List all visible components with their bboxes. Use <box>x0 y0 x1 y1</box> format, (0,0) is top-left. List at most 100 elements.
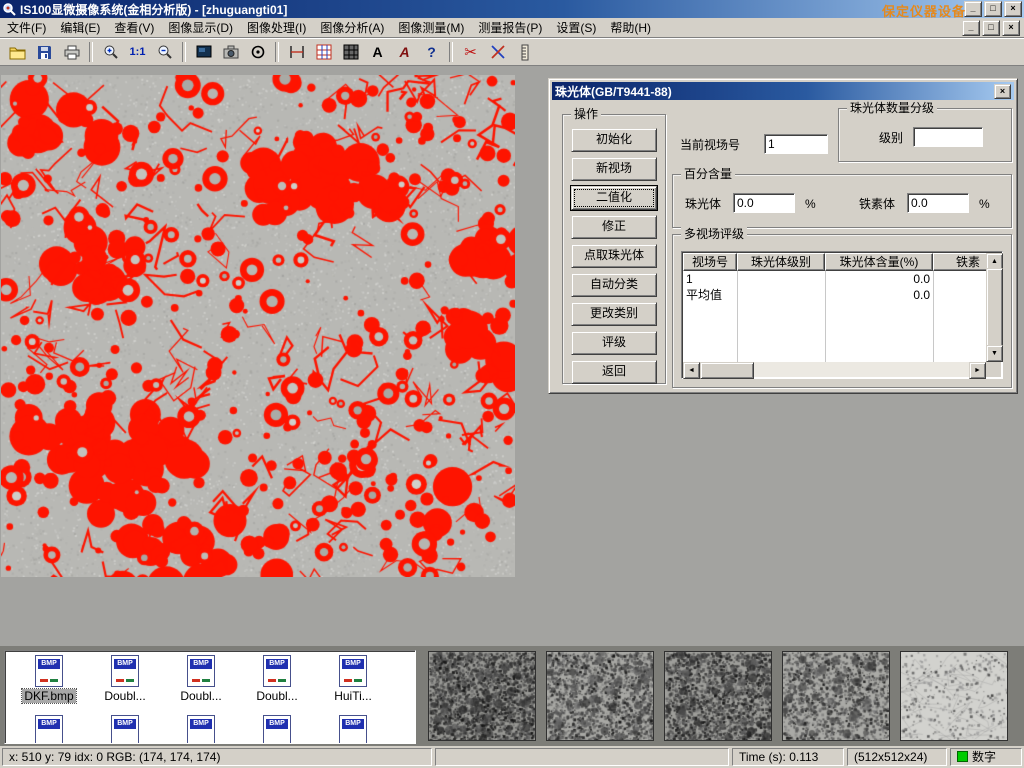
scroll-left-button[interactable]: ◄ <box>683 362 700 379</box>
file-item[interactable]: BMP <box>87 715 163 744</box>
help-button[interactable]: ? <box>418 40 445 65</box>
bmp-file-icon: BMP <box>339 715 367 744</box>
grade-button[interactable]: 评级 <box>571 331 657 355</box>
table-row[interactable]: 1 0.0 <box>683 271 986 287</box>
letter-a-icon: A <box>372 44 382 60</box>
bmp-label: BMP <box>342 659 364 669</box>
file-name[interactable]: Doubl... <box>178 689 223 703</box>
vertical-scroll-thumb[interactable] <box>986 268 1003 347</box>
column-header-content[interactable]: 珠光体含量(%) <box>825 253 933 271</box>
menu-item-view[interactable]: 查看(V) <box>107 17 161 38</box>
zoom-in-button[interactable] <box>97 40 124 65</box>
mdi-minimize-button[interactable]: _ <box>962 20 980 36</box>
sample-thumbnail[interactable] <box>782 651 890 741</box>
change-class-button[interactable]: 更改类别 <box>571 302 657 326</box>
vertical-scrollbar[interactable]: ▲ ▼ <box>986 253 1001 362</box>
horizontal-scroll-thumb[interactable] <box>700 362 754 379</box>
bmp-file-icon: BMP <box>263 715 291 744</box>
table-row[interactable]: 平均值 0.0 <box>683 287 986 303</box>
file-name[interactable]: HuiTi... <box>332 689 374 703</box>
file-item[interactable]: BMP HuiTi... <box>315 655 391 703</box>
measure-cross-button[interactable] <box>484 40 511 65</box>
dialog-close-button[interactable]: × <box>994 84 1011 99</box>
sample-thumbnail[interactable] <box>428 651 536 741</box>
maximize-button[interactable]: □ <box>984 1 1002 17</box>
mdi-restore-button[interactable]: □ <box>982 20 1000 36</box>
grading-group-label: 珠光体数量分级 <box>847 101 937 115</box>
menu-item-settings[interactable]: 设置(S) <box>549 17 603 38</box>
target-button[interactable] <box>244 40 271 65</box>
capture-button[interactable] <box>190 40 217 65</box>
menu-item-measure-report[interactable]: 测量报告(P) <box>471 17 549 38</box>
column-header-ferrite[interactable]: 铁素 <box>933 253 986 271</box>
ferrite-percent-sign: % <box>979 197 990 211</box>
cell-field: 1 <box>683 271 737 287</box>
file-item[interactable]: BMP Doubl... <box>239 655 315 703</box>
file-item[interactable]: BMP <box>315 715 391 744</box>
pick-pearlite-button[interactable]: 点取珠光体 <box>571 244 657 268</box>
level-input[interactable] <box>913 127 983 147</box>
toolbar: 1:1 A A ? ✂ <box>0 38 1024 66</box>
menu-item-image-analysis[interactable]: 图像分析(A) <box>313 17 391 38</box>
column-header-grade[interactable]: 珠光体级别 <box>737 253 825 271</box>
ruler-vertical-button[interactable] <box>511 40 538 65</box>
window-title: IS100显微摄像系统(金相分析版) - [zhuguangti01] <box>20 1 287 18</box>
print-button[interactable] <box>58 40 85 65</box>
file-item[interactable]: BMP <box>163 715 239 744</box>
cut-button[interactable]: ✂ <box>457 40 484 65</box>
paint-mark <box>268 679 276 682</box>
menu-item-image-display[interactable]: 图像显示(D) <box>161 17 240 38</box>
ferrite-percent-input[interactable] <box>907 193 969 213</box>
return-button[interactable]: 返回 <box>571 360 657 384</box>
grid-dark-button[interactable] <box>337 40 364 65</box>
pearlite-percent-sign: % <box>805 197 816 211</box>
cross-measure-icon <box>490 44 506 60</box>
file-item[interactable]: BMP DKF.bmp <box>11 655 87 703</box>
file-name[interactable]: Doubl... <box>254 689 299 703</box>
file-item[interactable]: BMP <box>11 715 87 744</box>
sample-thumbnail[interactable] <box>664 651 772 741</box>
save-button[interactable] <box>31 40 58 65</box>
file-name[interactable]: DKF.bmp <box>22 689 75 703</box>
open-button[interactable] <box>4 40 31 65</box>
file-item[interactable]: BMP <box>239 715 315 744</box>
text-annotation-button[interactable]: A <box>364 40 391 65</box>
scroll-right-button[interactable]: ► <box>969 362 986 379</box>
scroll-track[interactable] <box>754 362 969 377</box>
scroll-down-button[interactable]: ▼ <box>986 345 1003 362</box>
sample-thumbnail[interactable] <box>900 651 1008 741</box>
correct-button[interactable]: 修正 <box>571 215 657 239</box>
horizontal-scrollbar[interactable]: ◄ ► <box>683 362 986 377</box>
bmp-label: BMP <box>38 719 60 729</box>
menu-item-edit[interactable]: 编辑(E) <box>53 17 107 38</box>
menu-item-file[interactable]: 文件(F) <box>0 17 53 38</box>
auto-classify-button[interactable]: 自动分类 <box>571 273 657 297</box>
initialize-button[interactable]: 初始化 <box>571 128 657 152</box>
actual-size-button[interactable]: 1:1 <box>124 40 151 65</box>
new-field-button[interactable]: 新视场 <box>571 157 657 181</box>
grid-red-button[interactable] <box>310 40 337 65</box>
mdi-close-button[interactable]: × <box>1002 20 1020 36</box>
font-style-button[interactable]: A <box>391 40 418 65</box>
zoom-out-button[interactable] <box>151 40 178 65</box>
column-header-field[interactable]: 视场号 <box>683 253 737 271</box>
cell-field: 平均值 <box>683 287 737 303</box>
file-name[interactable]: Doubl... <box>102 689 147 703</box>
menu-item-image-measure[interactable]: 图像测量(M) <box>391 17 471 38</box>
caliper-button[interactable] <box>283 40 310 65</box>
percent-group: 百分含量 珠光体 % 铁素体 % <box>672 174 1012 228</box>
file-item[interactable]: BMP Doubl... <box>163 655 239 703</box>
close-button[interactable]: × <box>1004 1 1022 17</box>
sample-thumbnail[interactable] <box>546 651 654 741</box>
binarize-button[interactable]: 二值化 <box>571 186 657 210</box>
bmp-file-icon: BMP <box>263 655 291 687</box>
toolbar-separator <box>275 42 279 62</box>
menu-item-image-processing[interactable]: 图像处理(I) <box>240 17 313 38</box>
pearlite-percent-input[interactable] <box>733 193 795 213</box>
file-item[interactable]: BMP Doubl... <box>87 655 163 703</box>
minimize-button[interactable]: _ <box>964 1 982 17</box>
camera-button[interactable] <box>217 40 244 65</box>
menu-item-help[interactable]: 帮助(H) <box>603 17 658 38</box>
current-field-input[interactable] <box>764 134 828 154</box>
micrograph-image[interactable] <box>1 75 515 577</box>
